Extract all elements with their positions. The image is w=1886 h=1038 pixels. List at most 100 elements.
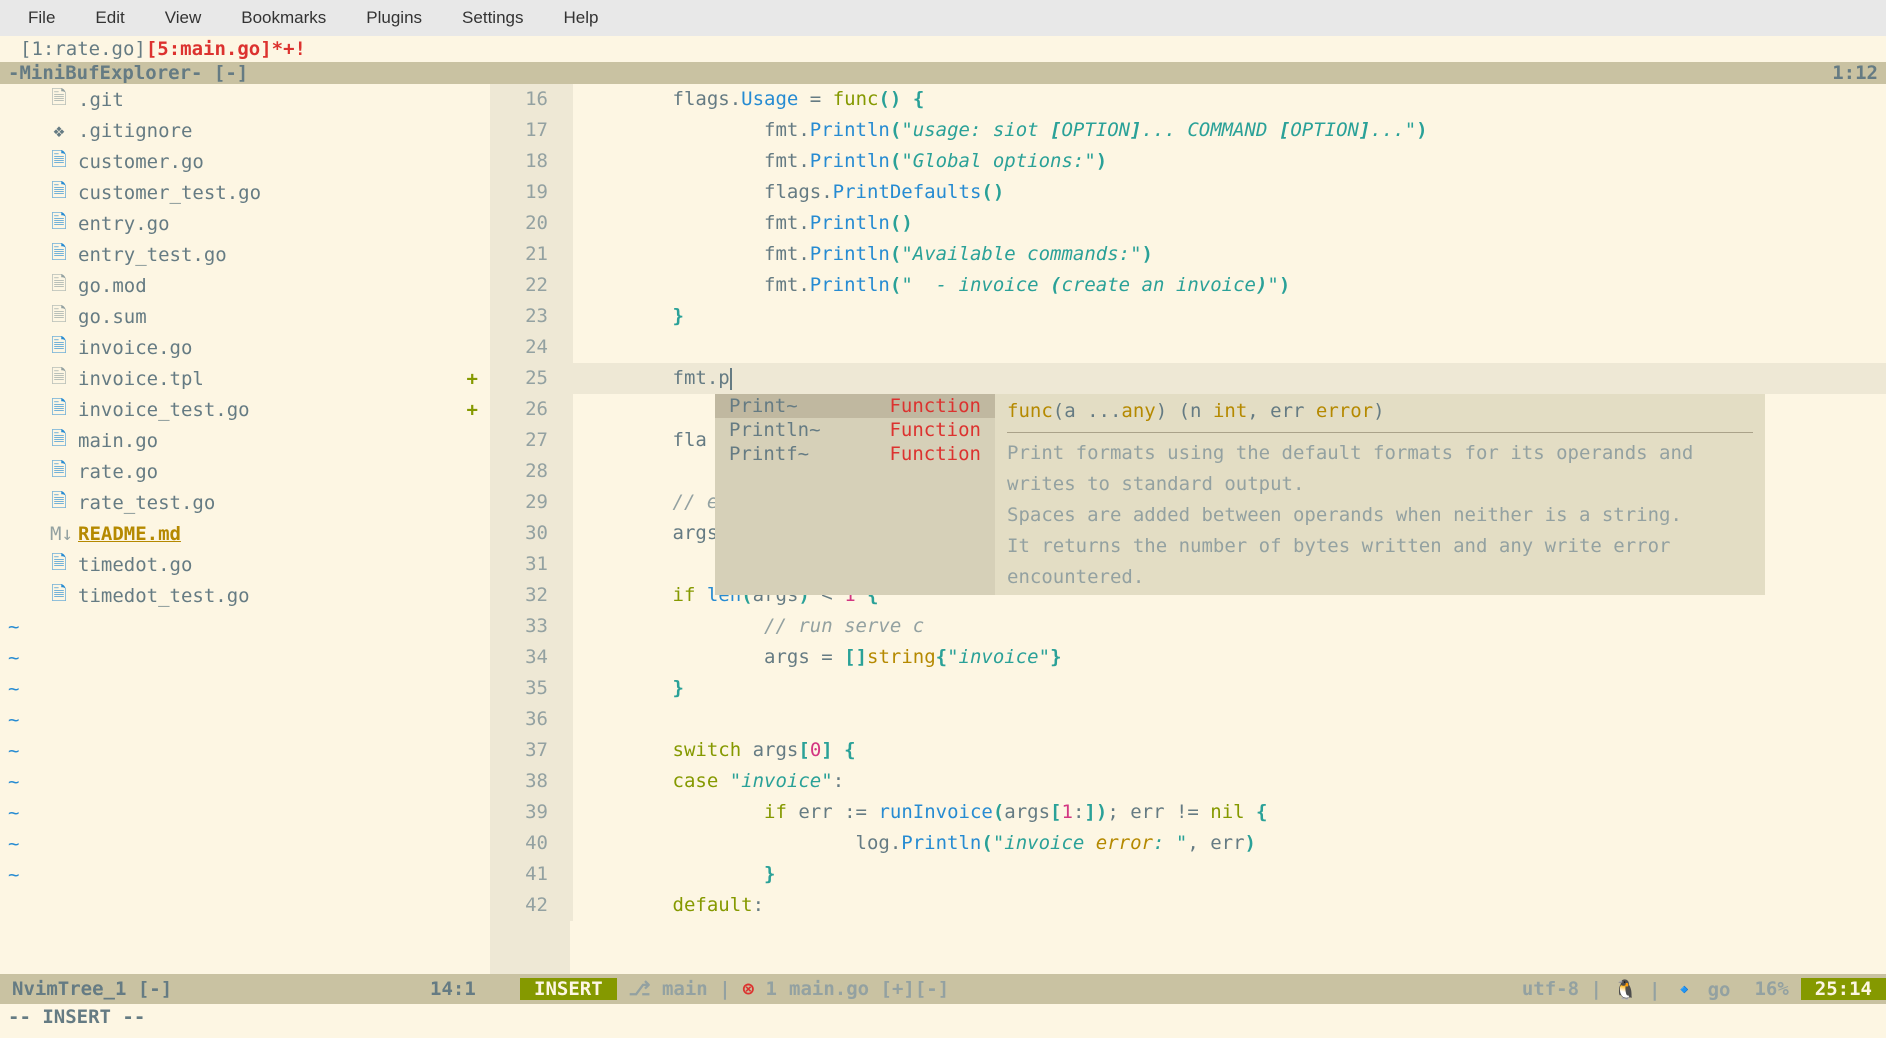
menu-view[interactable]: View [145,8,222,28]
code-line[interactable]: if err := runInvoice(args[1:]); err != n… [570,797,1886,828]
code-area[interactable]: flags.Usage = func() { fmt.Println("usag… [570,84,1886,974]
completion-list[interactable]: Print~ Function Println~ Function Printf… [715,394,995,595]
menubar[interactable]: File Edit View Bookmarks Plugins Setting… [0,0,1886,36]
minibuf-bar: -MiniBufExplorer- [-] 1:12 [0,62,1886,84]
tree-item[interactable]: 🗎 invoice_test.go + [50,394,490,425]
completion-item-name: Printf~ [729,443,809,465]
completion-item[interactable]: Print~ Function [715,394,995,418]
line-number: 39 [490,797,548,828]
file-icon: 🗎 [50,177,68,209]
status-branch: ⎇ main | [617,978,743,1000]
tree-item[interactable]: ❖ .gitignore [50,115,490,146]
file-tree[interactable]: 🗎 .git ❖ .gitignore 🗎 customer.go 🗎 cust… [0,84,490,974]
status-file: main.go [+][-] [777,978,961,1000]
code-line[interactable]: default: [570,890,1886,921]
code-line[interactable]: fmt.Println() [570,208,1886,239]
completion-item[interactable]: Println~ Function [715,418,995,442]
tree-item[interactable]: 🗎 go.sum [50,301,490,332]
line-number: 38 [490,766,548,797]
code-line[interactable]: fmt.Println("Global options:") [570,146,1886,177]
tree-item[interactable]: 🗎 invoice.tpl + [50,363,490,394]
line-number: 31 [490,549,548,580]
file-icon: 🗎 [50,580,68,612]
code-line[interactable]: fmt.p [570,363,1886,394]
tilde-marker: ~ [8,647,19,669]
tree-item[interactable]: 🗎 .git [50,84,490,115]
file-name: main.go [78,430,158,452]
completion-signature: func(a ...any) (n int, err error) [1007,396,1753,427]
file-name: README.md [78,523,181,545]
tilde-marker: ~ [8,771,19,793]
tree-item[interactable]: 🗎 customer_test.go [50,177,490,208]
file-icon: 🗎 [50,456,68,488]
tree-item[interactable]: 🗎 rate_test.go [50,487,490,518]
tree-item[interactable]: 🗎 rate.go [50,456,490,487]
tilde-marker: ~ [8,709,19,731]
menu-file[interactable]: File [8,8,75,28]
line-number: 25 [490,363,548,394]
file-icon: ❖ [50,120,68,142]
file-icon: M↓ [50,523,68,545]
menu-plugins[interactable]: Plugins [346,8,442,28]
code-line[interactable] [570,704,1886,735]
code-line[interactable]: } [570,859,1886,890]
tilde-marker: ~ [8,616,19,638]
tree-item[interactable]: 🗎 main.go [50,425,490,456]
tilde-marker: ~ [8,802,19,824]
tree-item[interactable]: 🗎 timedot.go [50,549,490,580]
fold-column [560,84,570,974]
file-name: timedot.go [78,554,192,576]
code-line[interactable]: switch args[0] { [570,735,1886,766]
file-name: go.mod [78,275,147,297]
code-line[interactable]: } [570,673,1886,704]
completion-item[interactable]: Printf~ Function [715,442,995,466]
code-line[interactable]: fmt.Println("Available commands:") [570,239,1886,270]
tree-item[interactable]: 🗎 timedot_test.go [50,580,490,611]
line-number: 42 [490,890,548,921]
menu-bookmarks[interactable]: Bookmarks [221,8,346,28]
editor-pane[interactable]: 1617181920212223242526272829303132333435… [490,84,1886,974]
tilde-marker: ~ [8,678,19,700]
code-line[interactable]: flags.PrintDefaults() [570,177,1886,208]
file-icon: 🗎 [50,394,68,426]
buffer-tabs: [1:rate.go][5:main.go]*+! [0,36,1886,62]
status-filetype: 🔹 go [1660,978,1742,1001]
code-line[interactable]: case "invoice": [570,766,1886,797]
code-line[interactable]: args = []string{"invoice"} [570,642,1886,673]
file-icon: 🗎 [50,425,68,457]
line-number: 18 [490,146,548,177]
line-gutter: 1617181920212223242526272829303132333435… [490,84,560,974]
completion-popup[interactable]: Print~ Function Println~ Function Printf… [715,394,1765,595]
code-line[interactable]: // run serve c [570,611,1886,642]
code-line[interactable]: fmt.Println("usage: siot [OPTION]... COM… [570,115,1886,146]
menu-edit[interactable]: Edit [75,8,144,28]
completion-doc: func(a ...any) (n int, err error) Print … [995,394,1765,595]
code-line[interactable]: flags.Usage = func() { [570,84,1886,115]
status-tree: NvimTree_1 [-] [0,978,430,1000]
menu-settings[interactable]: Settings [442,8,543,28]
tree-item[interactable]: M↓ README.md [50,518,490,549]
completion-item-name: Print~ [729,395,798,417]
buffer-tab-2[interactable]: [5:main.go]*+! [146,38,306,60]
status-rowcol: 25:14 [1801,978,1886,1000]
tree-item[interactable]: 🗎 invoice.go [50,332,490,363]
code-line[interactable]: log.Println("invoice error: ", err) [570,828,1886,859]
tree-item[interactable]: 🗎 entry.go [50,208,490,239]
file-name: .gitignore [78,120,192,142]
tree-item[interactable]: 🗎 entry_test.go [50,239,490,270]
menu-help[interactable]: Help [543,8,618,28]
git-status-icon: + [467,368,478,390]
git-status-icon: + [467,399,478,421]
line-number: 36 [490,704,548,735]
tree-item[interactable]: 🗎 customer.go [50,146,490,177]
code-line[interactable]: fmt.Println(" - invoice (create an invoi… [570,270,1886,301]
buffer-tab-1[interactable]: [1:rate.go] [20,38,146,60]
line-number: 29 [490,487,548,518]
line-number: 20 [490,208,548,239]
code-line[interactable]: } [570,301,1886,332]
completion-item-kind: Function [889,443,981,465]
tree-item[interactable]: 🗎 go.mod [50,270,490,301]
file-name: .git [78,89,124,111]
status-line: NvimTree_1 [-] 14:1 INSERT ⎇ main | ⊗ 1 … [0,974,1886,1004]
code-line[interactable] [570,332,1886,363]
